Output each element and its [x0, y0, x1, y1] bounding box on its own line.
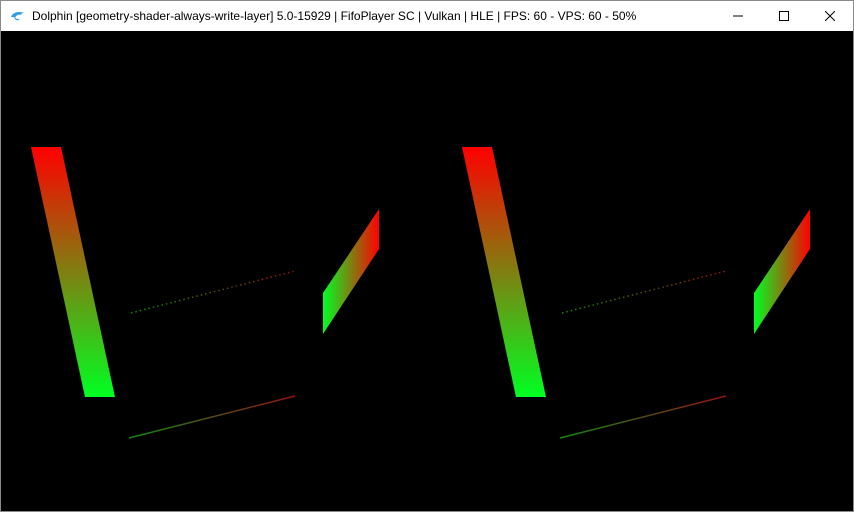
- maximize-icon: [779, 11, 789, 21]
- dolphin-window: Dolphin [geometry-shader-always-write-la…: [0, 0, 854, 512]
- left-eye-view: [31, 147, 379, 460]
- tall-gradient-quad: [31, 147, 115, 397]
- dotted-line: [561, 270, 727, 314]
- window-controls: [715, 1, 853, 31]
- diagonal-line: [559, 395, 727, 439]
- dolphin-icon: [11, 12, 24, 21]
- slanted-gradient-quad: [323, 209, 379, 334]
- maximize-button[interactable]: [761, 1, 807, 31]
- minimize-button[interactable]: [715, 1, 761, 31]
- slanted-gradient-quad: [754, 209, 810, 334]
- diagonal-line: [128, 395, 296, 439]
- dotted-line: [130, 270, 296, 314]
- close-icon: [825, 11, 835, 21]
- right-eye-view: [462, 147, 810, 460]
- tall-gradient-quad: [462, 147, 546, 397]
- minimize-icon: [733, 15, 743, 17]
- render-canvas: [31, 147, 810, 460]
- title-bar[interactable]: Dolphin [geometry-shader-always-write-la…: [1, 1, 853, 31]
- render-viewport[interactable]: [1, 31, 853, 511]
- close-button[interactable]: [807, 1, 853, 31]
- window-title: Dolphin [geometry-shader-always-write-la…: [32, 9, 637, 23]
